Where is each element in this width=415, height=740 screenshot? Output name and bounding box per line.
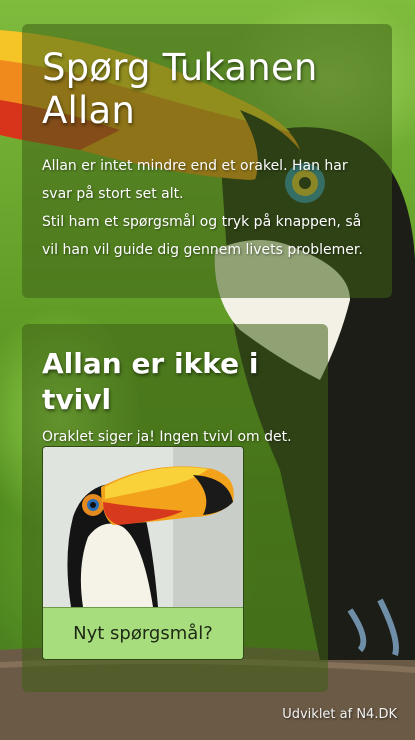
page-title: Spørg Tukanen Allan <box>42 46 318 132</box>
answer-title: Allan er ikke i tvivl <box>42 347 259 416</box>
toucan-photo <box>43 447 243 607</box>
answer-panel: Allan er ikke i tvivl Oraklet siger ja! … <box>22 324 328 692</box>
toucan-card: Nyt spørgsmål? <box>42 446 244 660</box>
footer-credit: Udviklet af N4.DK <box>282 707 397 722</box>
intro-paragraph-2: Stil ham et spørgsmål og tryk på knappen… <box>42 214 363 258</box>
intro-paragraph-1: Allan er intet mindre end et orakel. Han… <box>42 158 348 202</box>
answer-text: Oraklet siger ja! Ingen tvivl om det. <box>42 429 292 445</box>
intro-panel: Spørg Tukanen Allan Allan er intet mindr… <box>22 24 392 298</box>
new-question-button[interactable]: Nyt spørgsmål? <box>43 607 243 659</box>
